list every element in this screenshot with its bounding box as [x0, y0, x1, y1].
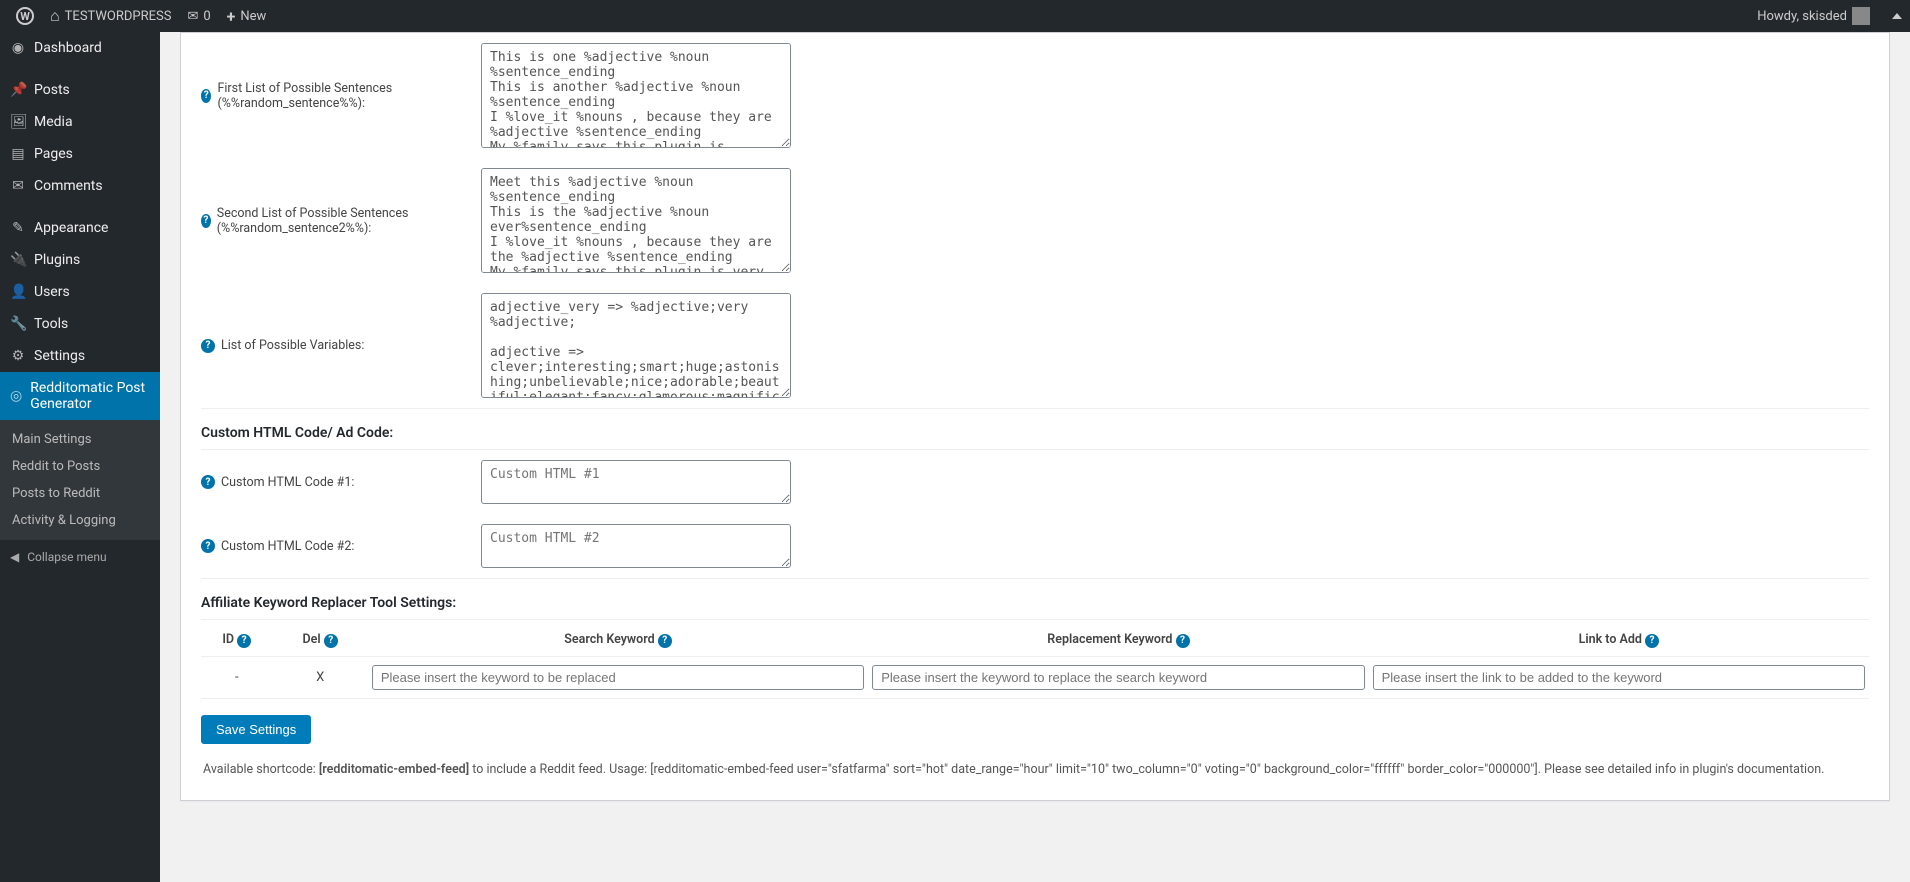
menu-users[interactable]: 👤Users [0, 276, 160, 308]
label-custom-html-2: Custom HTML Code #2: [221, 539, 354, 554]
help-icon[interactable]: ? [201, 339, 215, 353]
input-search-keyword[interactable] [372, 665, 864, 690]
page-icon: ▤ [10, 146, 26, 162]
comments-icon: ✉ [10, 178, 26, 194]
new-content-link[interactable]: New [219, 0, 275, 32]
menu-tools[interactable]: 🔧Tools [0, 308, 160, 340]
shortcode-footnote: Available shortcode: [redditomatic-embed… [201, 744, 1869, 780]
wordpress-icon: W [16, 7, 34, 25]
menu-media[interactable]: 🖼Media [0, 106, 160, 138]
avatar-icon [1852, 7, 1870, 25]
users-icon: 👤 [10, 284, 26, 300]
row-custom-html-1: ? Custom HTML Code #1: [201, 450, 1869, 514]
brush-icon: ✎ [10, 220, 26, 236]
label-custom-html-1: Custom HTML Code #1: [221, 475, 354, 490]
pin-icon: 📌 [10, 82, 26, 98]
submenu-posts-to-reddit[interactable]: Posts to Reddit [0, 480, 160, 507]
affiliate-table: ID ? Del ? Search Keyword ? Replacement … [201, 624, 1869, 699]
settings-panel: ? First List of Possible Sentences (%%ran… [180, 32, 1890, 801]
submenu-activity-logging[interactable]: Activity & Logging [0, 507, 160, 534]
howdy-account-link[interactable]: Howdy, skisded [1749, 0, 1878, 32]
help-icon[interactable]: ? [1645, 634, 1659, 648]
main-content: ? First List of Possible Sentences (%%ran… [160, 32, 1910, 821]
tools-icon: 🔧 [10, 316, 26, 332]
collapse-toolbar-icon[interactable] [1892, 13, 1902, 19]
row-first-sentences: ? First List of Possible Sentences (%%ran… [201, 33, 1869, 158]
help-icon[interactable]: ? [201, 539, 215, 553]
th-link: Link to Add [1579, 632, 1642, 647]
help-icon[interactable]: ? [201, 89, 211, 103]
menu-posts[interactable]: 📌Posts [0, 74, 160, 106]
howdy-text: Howdy, skisded [1757, 9, 1847, 24]
menu-comments[interactable]: ✉Comments [0, 170, 160, 202]
help-icon[interactable]: ? [237, 634, 251, 648]
comment-count: 0 [203, 9, 210, 24]
menu-dashboard[interactable]: ◉Dashboard [0, 32, 160, 64]
row-custom-html-2: ? Custom HTML Code #2: [201, 514, 1869, 579]
help-icon[interactable]: ? [324, 634, 338, 648]
media-icon: 🖼 [10, 114, 26, 130]
input-link-to-add[interactable] [1373, 665, 1865, 690]
admin-sidebar: ◉Dashboard 📌Posts 🖼Media ▤Pages ✉Comment… [0, 32, 160, 882]
textarea-first-sentences[interactable] [481, 43, 791, 148]
menu-settings[interactable]: ⚙Settings [0, 340, 160, 372]
textarea-second-sentences[interactable] [481, 168, 791, 273]
menu-redditomatic[interactable]: ◎Redditomatic Post Generator [0, 372, 160, 420]
comment-icon [187, 9, 198, 24]
reddit-icon: ◎ [10, 388, 22, 404]
cell-id: - [201, 656, 272, 698]
th-id: ID [222, 632, 234, 647]
row-variables: ? List of Possible Variables: [201, 283, 1869, 409]
textarea-custom-html-1[interactable] [481, 460, 791, 504]
site-name: TESTWORDPRESS [65, 9, 172, 24]
label-second-sentences: Second List of Possible Sentences (%%ran… [217, 206, 461, 236]
wp-logo-menu[interactable]: W [8, 0, 42, 32]
collapse-icon: ◀ [10, 550, 19, 564]
th-search: Search Keyword [564, 632, 654, 647]
textarea-custom-html-2[interactable] [481, 524, 791, 568]
dashboard-icon: ◉ [10, 40, 26, 56]
site-home-link[interactable]: TESTWORDPRESS [42, 0, 179, 32]
help-icon[interactable]: ? [201, 214, 211, 228]
admin-topbar: W TESTWORDPRESS 0 New Howdy, skisded [0, 0, 1910, 32]
plugin-icon: 🔌 [10, 252, 26, 268]
save-settings-button[interactable]: Save Settings [201, 715, 311, 744]
settings-icon: ⚙ [10, 348, 26, 364]
input-replacement-keyword[interactable] [872, 665, 1364, 690]
new-label: New [240, 9, 266, 24]
section-custom-html: Custom HTML Code/ Ad Code: [201, 409, 1869, 450]
table-row: - X [201, 656, 1869, 698]
label-first-sentences: First List of Possible Sentences (%%rand… [217, 81, 461, 111]
label-variables: List of Possible Variables: [221, 338, 364, 353]
comments-link[interactable]: 0 [179, 0, 218, 32]
menu-appearance[interactable]: ✎Appearance [0, 212, 160, 244]
help-icon[interactable]: ? [658, 634, 672, 648]
delete-row-button[interactable]: X [316, 670, 324, 685]
help-icon[interactable]: ? [201, 475, 215, 489]
submenu-main-settings[interactable]: Main Settings [0, 426, 160, 453]
plus-icon [227, 7, 236, 26]
home-icon [50, 6, 60, 26]
menu-pages[interactable]: ▤Pages [0, 138, 160, 170]
submenu-reddit-to-posts[interactable]: Reddit to Posts [0, 453, 160, 480]
collapse-menu-button[interactable]: ◀Collapse menu [0, 540, 160, 574]
th-del: Del [303, 632, 321, 647]
menu-plugins[interactable]: 🔌Plugins [0, 244, 160, 276]
textarea-variables[interactable] [481, 293, 791, 398]
help-icon[interactable]: ? [1176, 634, 1190, 648]
th-replace: Replacement Keyword [1047, 632, 1172, 647]
shortcode-name: [redditomatic-embed-feed] [319, 762, 469, 777]
submenu-redditomatic: Main Settings Reddit to Posts Posts to R… [0, 420, 160, 540]
section-affiliate: Affiliate Keyword Replacer Tool Settings… [201, 579, 1869, 620]
row-second-sentences: ? Second List of Possible Sentences (%%ra… [201, 158, 1869, 283]
